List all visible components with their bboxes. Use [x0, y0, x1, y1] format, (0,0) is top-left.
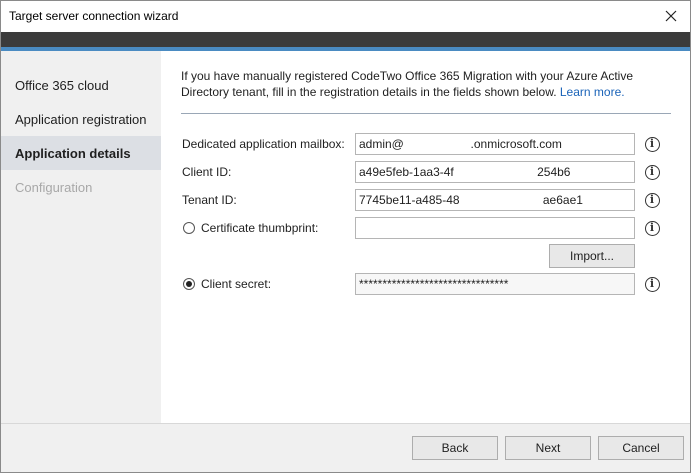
title-bar: Target server connection wizard: [1, 1, 690, 32]
wizard-steps-sidebar: Office 365 cloud Application registratio…: [1, 51, 161, 423]
certificate-thumbprint-radio[interactable]: [183, 222, 195, 234]
cancel-button[interactable]: Cancel: [598, 436, 684, 460]
mailbox-info-icon[interactable]: [645, 137, 660, 152]
client-id-info-icon[interactable]: [645, 165, 660, 180]
certificate-thumbprint-field[interactable]: [355, 217, 635, 239]
window-title: Target server connection wizard: [9, 9, 179, 23]
mailbox-field[interactable]: admin@ .onmicrosoft.com: [355, 133, 635, 155]
sidebar-item-application-details[interactable]: Application details: [1, 136, 161, 170]
tenant-id-field[interactable]: 7745be11-a485-48 ae6ae1: [355, 189, 635, 211]
mailbox-label: Dedicated application mailbox:: [182, 137, 345, 151]
tenant-id-label: Tenant ID:: [182, 193, 237, 207]
content-panel: If you have manually registered CodeTwo …: [161, 51, 690, 423]
client-secret-info-icon[interactable]: [645, 277, 660, 292]
sidebar-item-configuration: Configuration: [15, 179, 93, 195]
client-secret-field[interactable]: ********************************: [355, 273, 635, 295]
client-secret-label[interactable]: Client secret:: [201, 275, 271, 293]
divider: [181, 113, 671, 114]
close-icon: [665, 10, 677, 22]
client-secret-radio[interactable]: [183, 278, 195, 290]
import-button[interactable]: Import...: [549, 244, 635, 268]
footer-bar: Back Next Cancel: [1, 423, 690, 472]
sidebar-item-office365-cloud[interactable]: Office 365 cloud: [1, 68, 161, 102]
close-button[interactable]: [658, 4, 684, 28]
sidebar-item-application-registration[interactable]: Application registration: [1, 102, 161, 136]
header-band: [1, 32, 690, 47]
wizard-window: Target server connection wizard Office 3…: [0, 0, 691, 473]
back-button[interactable]: Back: [412, 436, 498, 460]
certificate-thumbprint-info-icon[interactable]: [645, 221, 660, 236]
client-id-field[interactable]: a49e5feb-1aa3-4f 254b6: [355, 161, 635, 183]
intro-text: If you have manually registered CodeTwo …: [181, 68, 661, 100]
client-id-label: Client ID:: [182, 165, 232, 179]
next-button[interactable]: Next: [505, 436, 591, 460]
tenant-id-info-icon[interactable]: [645, 193, 660, 208]
learn-more-link[interactable]: Learn more.: [560, 85, 625, 99]
certificate-thumbprint-label[interactable]: Certificate thumbprint:: [201, 219, 318, 237]
